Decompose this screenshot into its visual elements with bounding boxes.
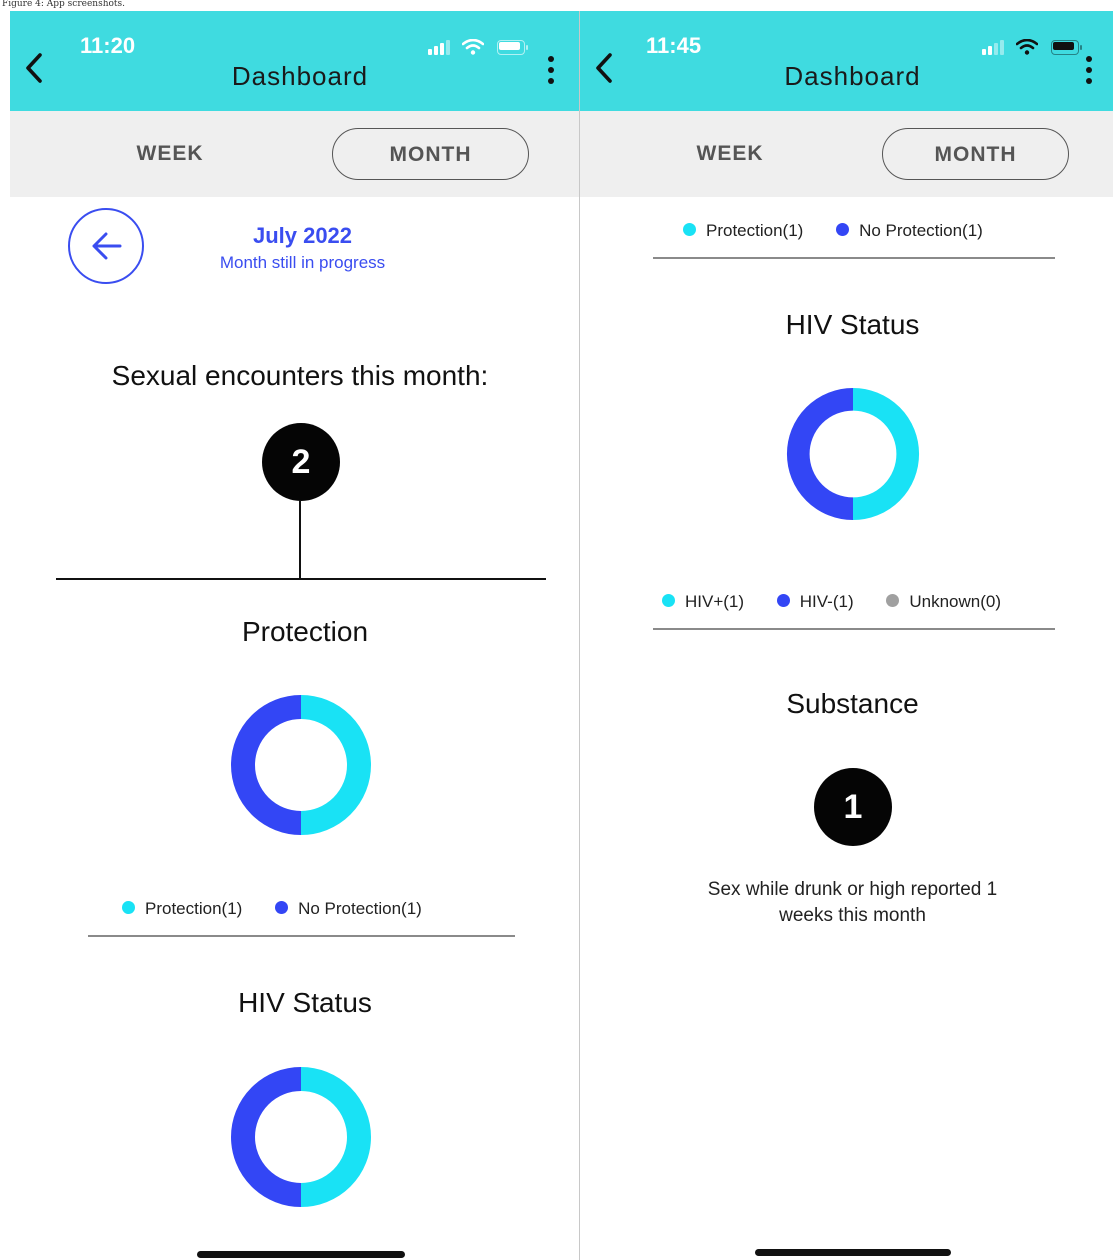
donut-slice-hiv- xyxy=(786,387,854,521)
arrow-left-icon xyxy=(92,232,122,260)
cyan-dot-icon xyxy=(662,594,675,608)
blue-dot-icon xyxy=(836,223,850,237)
battery-icon xyxy=(496,40,528,55)
legend-item-hiv-positive: HIV+(1) xyxy=(662,592,744,612)
donut-slice-hiv- xyxy=(852,387,920,521)
donut-slice-hiv- xyxy=(300,1067,371,1207)
section-divider xyxy=(653,628,1055,630)
protection-legend: Protection(1) No Protection(1) xyxy=(683,221,1011,241)
status-time: 11:45 xyxy=(646,33,702,58)
period-tabs: WEEK MONTH xyxy=(10,111,579,197)
page-title: Dashboard xyxy=(784,61,921,91)
legend-item-unknown: Unknown(0) xyxy=(886,592,1001,612)
timeline-stem xyxy=(299,500,301,580)
tab-month[interactable]: MONTH xyxy=(332,128,529,180)
legend-label: Protection(1) xyxy=(706,221,804,240)
substance-title: Substance xyxy=(786,688,919,719)
cyan-dot-icon xyxy=(683,223,696,237)
donut-slice-protection xyxy=(300,695,371,835)
legend-label: No Protection(1) xyxy=(859,221,983,240)
substance-description-line-2: weeks this month xyxy=(779,905,926,926)
encounters-count-badge: 2 xyxy=(262,423,340,501)
hiv-status-title: HIV Status xyxy=(785,309,920,340)
phone-screen-left: 11:20 Dashboard WEEK MONTH July 2022 Mon… xyxy=(10,11,579,1260)
status-icons xyxy=(428,37,528,55)
period-tabs: WEEK MONTH xyxy=(580,111,1113,197)
hiv-status-title: HIV Status xyxy=(238,987,372,1018)
timeline-axis xyxy=(56,578,546,580)
signal-bar-icon xyxy=(988,46,992,55)
signal-bar-icon xyxy=(994,43,998,55)
month-status: Month still in progress xyxy=(219,253,386,272)
donut-slice-no-protection xyxy=(231,695,302,835)
donut-slice-hiv- xyxy=(231,1067,302,1207)
legend-label: Protection(1) xyxy=(145,899,243,918)
protection-legend: Protection(1) No Protection(1) xyxy=(122,899,450,919)
legend-label: HIV+(1) xyxy=(685,592,745,611)
battery-icon xyxy=(1050,40,1082,55)
wifi-icon xyxy=(462,39,485,55)
hiv-status-donut-chart xyxy=(231,1067,371,1207)
legend-label: Unknown(0) xyxy=(909,592,1002,611)
tab-week[interactable]: WEEK xyxy=(70,128,270,180)
substance-description-line-1: Sex while drunk or high reported 1 xyxy=(707,879,998,900)
month-label: July 2022 xyxy=(252,223,353,248)
tab-month[interactable]: MONTH xyxy=(882,128,1069,180)
protection-donut-chart xyxy=(231,695,371,835)
previous-month-button[interactable] xyxy=(68,208,144,284)
more-options-icon[interactable] xyxy=(1086,56,1092,89)
legend-item-protection: Protection(1) xyxy=(683,221,803,241)
signal-bar-icon xyxy=(1000,40,1004,55)
legend-item-protection: Protection(1) xyxy=(122,899,242,919)
hiv-status-legend: HIV+(1) HIV-(1) Unknown(0) xyxy=(662,592,1001,612)
legend-item-no-protection: No Protection(1) xyxy=(275,899,422,919)
legend-label: No Protection(1) xyxy=(298,899,422,918)
signal-bar-icon xyxy=(428,49,432,55)
more-options-icon[interactable] xyxy=(548,56,554,89)
status-icons xyxy=(982,37,1082,55)
blue-dot-icon xyxy=(275,901,289,915)
tab-week[interactable]: WEEK xyxy=(630,128,830,180)
signal-bar-icon xyxy=(434,46,438,55)
encounters-title: Sexual encounters this month: xyxy=(111,360,489,391)
legend-label: HIV-(1) xyxy=(799,592,854,611)
signal-bar-icon xyxy=(440,43,444,55)
status-time: 11:20 xyxy=(80,33,136,58)
cyan-dot-icon xyxy=(122,901,135,915)
home-indicator[interactable] xyxy=(755,1249,951,1256)
legend-item-hiv-negative: HIV-(1) xyxy=(776,592,854,612)
gray-dot-icon xyxy=(886,594,900,608)
app-header: 11:20 Dashboard xyxy=(10,11,579,111)
blue-dot-icon xyxy=(776,594,790,608)
protection-title: Protection xyxy=(241,616,369,647)
substance-count-badge: 1 xyxy=(814,768,892,846)
phone-screen-right: 11:45 Dashboard WEEK MONTH Protection(1)… xyxy=(580,11,1113,1260)
section-divider xyxy=(653,257,1055,259)
app-header: 11:45 Dashboard xyxy=(580,11,1113,111)
home-indicator[interactable] xyxy=(197,1251,405,1258)
legend-item-no-protection: No Protection(1) xyxy=(836,221,983,241)
signal-bar-icon xyxy=(982,49,986,55)
page-title: Dashboard xyxy=(231,61,369,91)
wifi-icon xyxy=(1016,39,1039,55)
hiv-status-donut-chart xyxy=(786,387,920,521)
figure-caption: Figure 4: App screenshots. xyxy=(2,0,126,9)
signal-bar-icon xyxy=(446,40,450,55)
section-divider xyxy=(88,935,515,937)
